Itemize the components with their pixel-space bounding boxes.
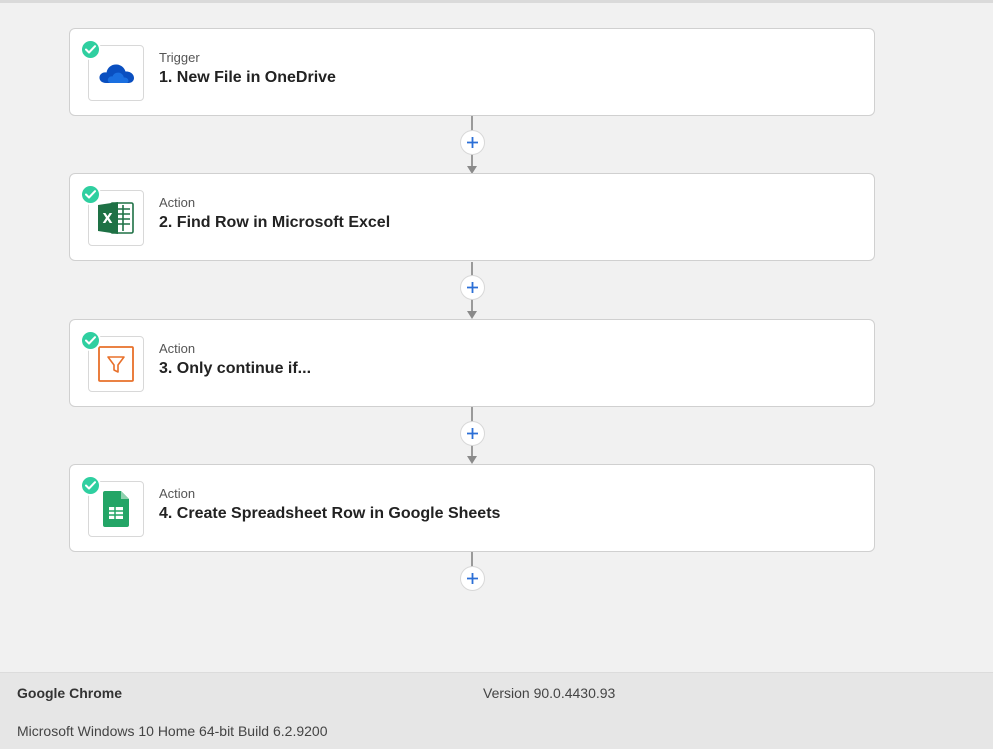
step-card-4[interactable]: Action 4. Create Spreadsheet Row in Goog…	[69, 464, 875, 552]
step-title: 4. Create Spreadsheet Row in Google Shee…	[159, 505, 501, 522]
excel-icon: X	[98, 202, 134, 234]
step-complete-check-icon	[80, 184, 101, 205]
system-info-footer: Google Chrome Version 90.0.4430.93 Micro…	[0, 672, 993, 749]
add-step-button[interactable]	[460, 275, 485, 300]
step-title: 3. Only continue if...	[159, 360, 312, 377]
step-complete-check-icon	[80, 39, 101, 60]
add-step-button[interactable]	[460, 130, 485, 155]
connector-arrow-icon	[467, 311, 477, 319]
plus-icon	[467, 573, 478, 584]
add-step-button[interactable]	[460, 566, 485, 591]
step-card-2[interactable]: X Action 2. Find Row in Microsoft Excel	[69, 173, 875, 261]
step-card-1[interactable]: Trigger 1. New File in OneDrive	[69, 28, 875, 116]
step-complete-check-icon	[80, 475, 101, 496]
google-sheets-icon	[103, 491, 129, 527]
step-title: 2. Find Row in Microsoft Excel	[159, 214, 391, 231]
browser-version: Version 90.0.4430.93	[483, 685, 616, 701]
plus-icon	[467, 428, 478, 439]
step-type-label: Trigger	[159, 50, 200, 65]
step-type-label: Action	[159, 341, 196, 356]
browser-name: Google Chrome	[17, 685, 123, 701]
step-complete-check-icon	[80, 330, 101, 351]
step-type-label: Action	[159, 195, 196, 210]
step-type-label: Action	[159, 486, 196, 501]
step-card-3[interactable]: Action 3. Only continue if...	[69, 319, 875, 407]
plus-icon	[467, 282, 478, 293]
step-title: 1. New File in OneDrive	[159, 69, 336, 86]
add-step-button[interactable]	[460, 421, 485, 446]
svg-text:X: X	[102, 212, 112, 227]
connector-arrow-icon	[467, 456, 477, 464]
plus-icon	[467, 137, 478, 148]
zap-workflow-editor: Trigger 1. New File in OneDrive X Action…	[0, 0, 993, 672]
onedrive-icon	[99, 64, 134, 83]
os-info: Microsoft Windows 10 Home 64-bit Build 6…	[17, 723, 328, 739]
filter-icon	[98, 346, 134, 382]
